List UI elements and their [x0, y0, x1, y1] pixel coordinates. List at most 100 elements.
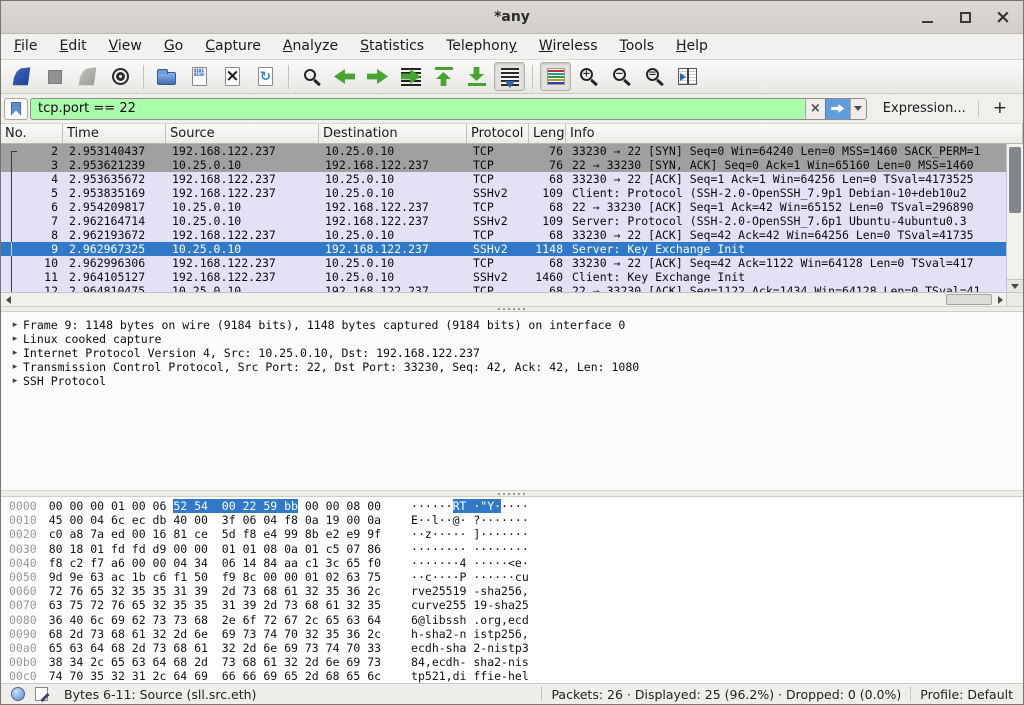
hex-row[interactable]: 00c074 70 35 32 31 2c 64 69 66 66 69 65 … — [9, 669, 1023, 683]
packet-list: 22.953140437192.168.122.23710.25.0.10TCP… — [1, 144, 1008, 292]
packet-row[interactable]: 82.962193672192.168.122.23710.25.0.10TCP… — [1, 228, 1008, 242]
hex-row[interactable]: 009068 2d 73 68 61 32 2d 6e 69 73 74 70 … — [9, 627, 1023, 641]
hex-row[interactable]: 00509d 9e 63 ac 1b c6 f1 50 f9 8c 00 00 … — [9, 570, 1023, 584]
reload-file-button[interactable] — [250, 62, 281, 91]
expand-arrow-icon[interactable]: ▸ — [7, 346, 23, 360]
packet-cell-protocol: TCP — [467, 172, 529, 186]
expert-info-icon[interactable] — [11, 687, 25, 701]
expression-button[interactable]: Expression... — [883, 101, 966, 116]
vertical-scrollbar-thumb[interactable] — [1009, 147, 1021, 213]
filter-clear-button[interactable]: × — [805, 99, 825, 119]
zoom-original-button[interactable] — [639, 62, 670, 91]
open-file-button[interactable] — [151, 62, 182, 91]
capture-options-button[interactable] — [105, 62, 136, 91]
go-first-button[interactable] — [428, 62, 459, 91]
scroll-down-arrow-icon[interactable] — [1007, 279, 1023, 292]
hex-row[interactable]: 0040f8 c2 f7 a6 00 00 04 34 06 14 84 aa … — [9, 556, 1023, 570]
display-filter-input[interactable]: tcp.port == 22 — [31, 99, 805, 119]
detail-row[interactable]: ▸Transmission Control Protocol, Src Port… — [7, 360, 1023, 374]
detail-row[interactable]: ▸Frame 9: 1148 bytes on wire (9184 bits)… — [7, 318, 1023, 332]
horizontal-scrollbar-thumb[interactable] — [946, 294, 992, 305]
filter-apply-button[interactable] — [825, 99, 850, 119]
status-profile[interactable]: Profile: Default — [920, 687, 1013, 702]
packet-row[interactable]: 22.953140437192.168.122.23710.25.0.10TCP… — [1, 144, 1008, 158]
go-to-packet-button[interactable] — [395, 62, 426, 91]
stop-capture-button[interactable] — [39, 62, 70, 91]
zoom-out-button[interactable] — [606, 62, 637, 91]
detail-row[interactable]: ▸Internet Protocol Version 4, Src: 10.25… — [7, 346, 1023, 360]
expand-arrow-icon[interactable]: ▸ — [7, 374, 23, 388]
filter-add-button[interactable]: + — [993, 100, 1007, 117]
minimize-button[interactable] — [917, 8, 937, 28]
hex-row[interactable]: 003080 18 01 fd fd d9 00 00 01 01 08 0a … — [9, 542, 1023, 556]
restart-capture-button[interactable] — [72, 62, 103, 91]
save-file-button[interactable] — [184, 62, 215, 91]
packet-row[interactable]: 72.96216471410.25.0.10192.168.122.237SSH… — [1, 214, 1008, 228]
colorize-button[interactable] — [540, 62, 571, 91]
hex-row[interactable]: 007063 75 72 76 65 32 35 35 31 39 2d 73 … — [9, 598, 1023, 612]
maximize-button[interactable] — [955, 8, 975, 28]
packet-bytes-pane: 000000 00 00 01 00 06 52 54 00 22 59 bb … — [1, 497, 1023, 683]
packet-cell-protocol: SSHv2 — [467, 214, 529, 228]
find-packet-button[interactable] — [296, 62, 327, 91]
close-file-button[interactable] — [217, 62, 248, 91]
horizontal-scrollbar[interactable] — [1, 292, 1008, 306]
packet-row[interactable]: 42.953635672192.168.122.23710.25.0.10TCP… — [1, 172, 1008, 186]
hex-row[interactable]: 00b038 34 2c 65 63 64 68 2d 73 68 61 32 … — [9, 655, 1023, 669]
scroll-left-arrow-icon[interactable] — [1, 293, 15, 306]
packet-row[interactable]: 92.96296732510.25.0.10192.168.122.237SSH… — [1, 242, 1008, 256]
hex-row[interactable]: 00a065 63 64 68 2d 73 68 61 32 2d 6e 69 … — [9, 641, 1023, 655]
packet-cell-length: 109 — [529, 186, 566, 200]
vertical-scrollbar[interactable] — [1006, 144, 1023, 292]
packet-row[interactable]: 102.962996306192.168.122.23710.25.0.10TC… — [1, 256, 1008, 270]
column-header-protocol[interactable]: Protocol — [467, 124, 529, 143]
packet-row[interactable]: 52.953835169192.168.122.23710.25.0.10SSH… — [1, 186, 1008, 200]
menu-analyze[interactable]: Analyze — [272, 34, 349, 59]
pane-splitter-bottom[interactable] — [1, 490, 1023, 497]
hex-row[interactable]: 0020c0 a8 7a ed 00 16 81 ce 5d f8 e4 99 … — [9, 527, 1023, 541]
detail-row[interactable]: ▸SSH Protocol — [7, 374, 1023, 388]
column-header-info[interactable]: Info — [566, 124, 1023, 143]
hex-row[interactable]: 001045 00 04 6c ec db 40 00 3f 06 04 f8 … — [9, 513, 1023, 527]
column-header-length[interactable]: Length — [529, 124, 566, 143]
expand-arrow-icon[interactable]: ▸ — [7, 318, 23, 332]
packet-row[interactable]: 32.95362123910.25.0.10192.168.122.237TCP… — [1, 158, 1008, 172]
hex-bytes: 00 00 00 01 00 06 52 54 00 22 59 bb 00 0… — [49, 499, 381, 513]
packet-row[interactable]: 122.96481047510.25.0.10192.168.122.237TC… — [1, 284, 1008, 292]
column-header-no[interactable]: No. — [1, 124, 63, 143]
hex-row[interactable]: 008036 40 6c 69 62 73 73 68 2e 6f 72 67 … — [9, 613, 1023, 627]
close-button[interactable] — [993, 8, 1013, 28]
menu-go[interactable]: Go — [153, 34, 194, 59]
resize-columns-button[interactable] — [672, 62, 703, 91]
column-header-destination[interactable]: Destination — [319, 124, 467, 143]
filter-dropdown-button[interactable] — [850, 99, 866, 119]
hex-offset: 0090 — [9, 627, 37, 641]
menu-capture[interactable]: Capture — [194, 34, 272, 59]
hex-row[interactable]: 006072 76 65 32 35 35 31 39 2d 73 68 61 … — [9, 584, 1023, 598]
menu-help[interactable]: Help — [665, 34, 719, 59]
column-header-source[interactable]: Source — [166, 124, 319, 143]
menu-wireless[interactable]: Wireless — [528, 34, 609, 59]
go-previous-icon — [334, 68, 355, 86]
menu-tools[interactable]: Tools — [609, 34, 666, 59]
start-capture-button[interactable] — [6, 62, 37, 91]
go-next-button[interactable] — [362, 62, 393, 91]
auto-scroll-button[interactable] — [494, 62, 525, 91]
zoom-in-button[interactable] — [573, 62, 604, 91]
expand-arrow-icon[interactable]: ▸ — [7, 332, 23, 346]
expand-arrow-icon[interactable]: ▸ — [7, 360, 23, 374]
go-last-button[interactable] — [461, 62, 492, 91]
menu-file[interactable]: File — [3, 34, 48, 59]
menu-edit[interactable]: Edit — [48, 34, 97, 59]
menu-telephony[interactable]: Telephony — [435, 34, 528, 59]
hex-row[interactable]: 000000 00 00 01 00 06 52 54 00 22 59 bb … — [9, 499, 1023, 513]
go-previous-button[interactable] — [329, 62, 360, 91]
menu-statistics[interactable]: Statistics — [349, 34, 435, 59]
menu-view[interactable]: View — [98, 34, 153, 59]
filter-bookmark-button[interactable] — [4, 98, 28, 120]
packet-row[interactable]: 62.95420981710.25.0.10192.168.122.237TCP… — [1, 200, 1008, 214]
column-header-time[interactable]: Time — [63, 124, 166, 143]
packet-row[interactable]: 112.964105127192.168.122.23710.25.0.10SS… — [1, 270, 1008, 284]
detail-row[interactable]: ▸Linux cooked capture — [7, 332, 1023, 346]
capture-comment-icon[interactable] — [35, 687, 48, 701]
